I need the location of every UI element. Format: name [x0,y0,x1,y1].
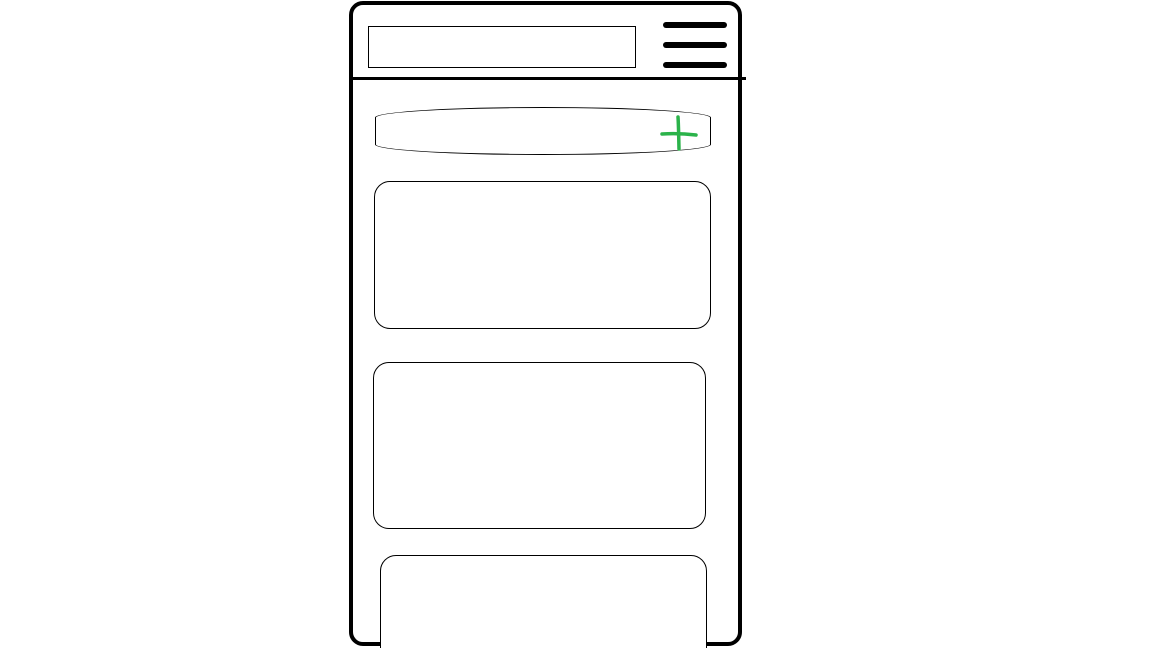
plus-icon[interactable] [659,114,699,154]
canvas [0,0,1152,648]
hamburger-menu-icon[interactable] [663,22,727,70]
content-card[interactable] [380,555,707,648]
menu-line [663,62,727,68]
content-card[interactable] [373,362,706,529]
menu-line [663,22,727,28]
header-title-field[interactable] [368,26,636,68]
header-divider [352,77,746,80]
menu-line [663,42,727,48]
content-card[interactable] [374,181,711,329]
